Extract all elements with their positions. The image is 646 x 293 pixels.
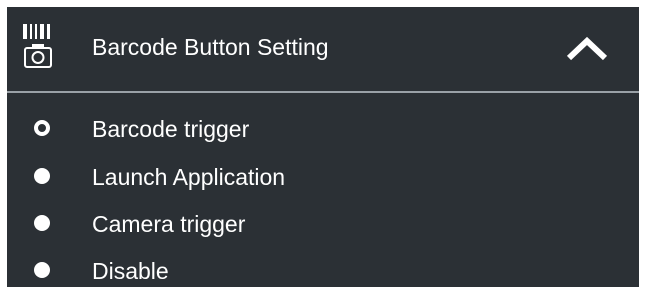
- barcode-camera-icon: [21, 24, 57, 70]
- section-header[interactable]: Barcode Button Setting: [7, 7, 639, 89]
- option-launch-application[interactable]: Launch Application: [7, 155, 639, 199]
- option-label: Launch Application: [92, 164, 286, 190]
- header-divider: [7, 91, 639, 93]
- radio-button[interactable]: [34, 262, 50, 278]
- option-camera-trigger[interactable]: Camera trigger: [7, 202, 639, 246]
- option-label: Camera trigger: [92, 211, 246, 237]
- barcode-button-setting-panel: Barcode Button Setting Barcode trigger L…: [7, 7, 639, 287]
- section-title: Barcode Button Setting: [92, 34, 329, 60]
- radio-button[interactable]: [34, 168, 50, 184]
- option-barcode-trigger[interactable]: Barcode trigger: [7, 107, 639, 151]
- radio-button-selected[interactable]: [34, 120, 50, 136]
- option-disable[interactable]: Disable: [7, 249, 639, 293]
- radio-button[interactable]: [34, 215, 50, 231]
- chevron-up-icon[interactable]: [563, 34, 611, 62]
- option-label: Disable: [92, 258, 169, 284]
- option-label: Barcode trigger: [92, 116, 250, 142]
